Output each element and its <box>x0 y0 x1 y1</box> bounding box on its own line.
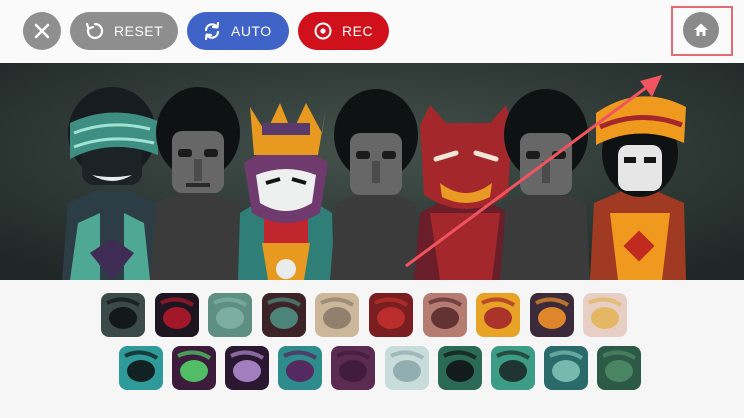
reset-icon <box>84 20 106 42</box>
red-masked-performer[interactable] <box>414 105 512 280</box>
rec-label: REC <box>342 23 374 39</box>
tile-teal-shade[interactable] <box>119 346 163 390</box>
home-icon <box>694 23 708 36</box>
auto-icon <box>201 20 223 42</box>
reset-button[interactable]: RESET <box>70 12 178 50</box>
tile-green-hat[interactable] <box>491 346 535 390</box>
close-icon <box>34 23 50 39</box>
stage-scene <box>0 63 744 280</box>
tile-green-swirl[interactable] <box>438 346 482 390</box>
orange-crowned-performer[interactable] <box>238 103 334 280</box>
tile-masked-face[interactable] <box>423 293 467 337</box>
tile-green-orb[interactable] <box>172 346 216 390</box>
record-icon <box>312 20 334 42</box>
home-button[interactable] <box>683 12 719 48</box>
tile-teal-ring[interactable] <box>544 346 588 390</box>
tile-lips[interactable] <box>583 293 627 337</box>
tile-red-eye[interactable] <box>155 293 199 337</box>
auto-button[interactable]: AUTO <box>187 12 289 50</box>
tile-red-stick[interactable] <box>369 293 413 337</box>
tile-teal-stripes[interactable] <box>208 293 252 337</box>
auto-label: AUTO <box>231 23 272 39</box>
tile-purple-spike[interactable] <box>278 346 322 390</box>
tile-pale-weave[interactable] <box>385 346 429 390</box>
tile-orange-band[interactable] <box>476 293 520 337</box>
rec-button[interactable]: REC <box>298 12 389 50</box>
tile-green-bubbles[interactable] <box>597 346 641 390</box>
tile-dark-beat[interactable] <box>101 293 145 337</box>
tile-crossed-bones[interactable] <box>262 293 306 337</box>
tile-tan-lines[interactable] <box>315 293 359 337</box>
tile-goggles[interactable] <box>225 346 269 390</box>
tile-orange-curl[interactable] <box>530 293 574 337</box>
close-button[interactable] <box>23 12 61 50</box>
stage <box>0 63 744 280</box>
reset-label: RESET <box>114 23 164 39</box>
tile-plum-shade[interactable] <box>331 346 375 390</box>
